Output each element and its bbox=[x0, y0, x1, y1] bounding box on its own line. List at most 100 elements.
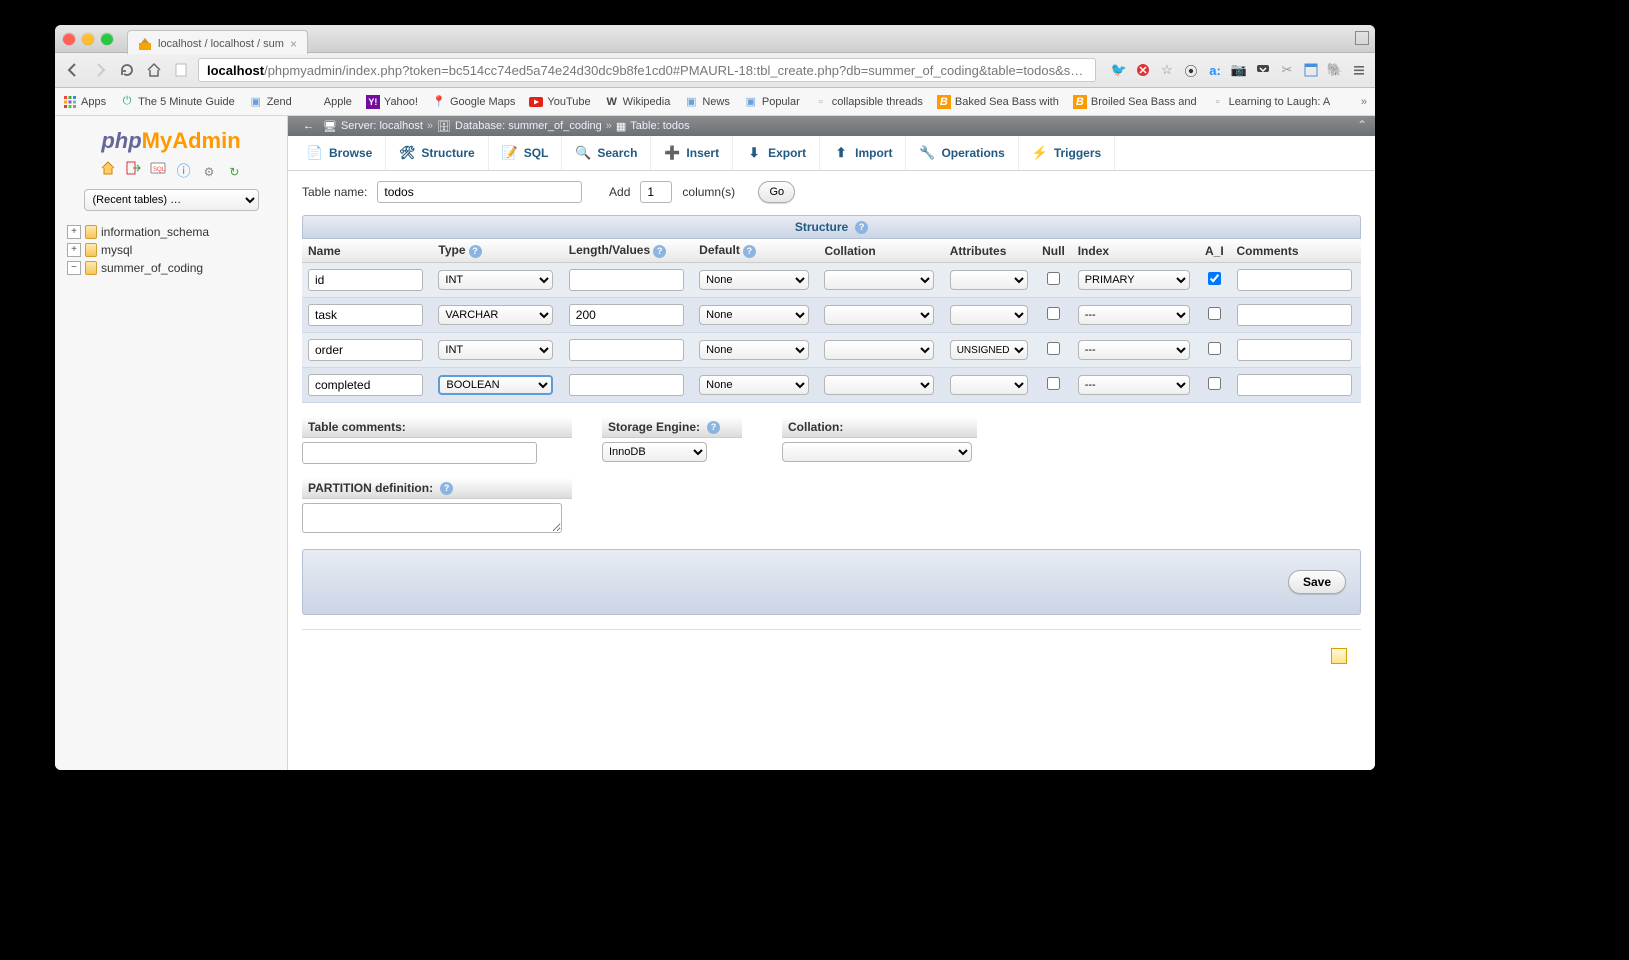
table-name-input[interactable] bbox=[377, 181, 582, 203]
db-node[interactable]: + mysql bbox=[63, 241, 279, 259]
column-type-select[interactable]: VARCHAR bbox=[438, 305, 553, 325]
chrome-menu-button[interactable] bbox=[1351, 62, 1367, 78]
column-ai-checkbox[interactable] bbox=[1208, 307, 1221, 320]
bookmark-item[interactable]: BBroiled Sea Bass and bbox=[1073, 95, 1197, 109]
bookmarks-overflow-button[interactable]: » bbox=[1361, 96, 1367, 108]
column-attributes-select[interactable]: UNSIGNED bbox=[950, 340, 1028, 360]
help-icon[interactable]: ? bbox=[469, 245, 482, 258]
column-index-select[interactable]: PRIMARY bbox=[1078, 270, 1190, 290]
bookmark-item[interactable]: WWikipedia bbox=[605, 95, 671, 109]
expand-icon[interactable]: + bbox=[67, 243, 81, 257]
column-type-select[interactable]: INT bbox=[438, 340, 553, 360]
window-maximize-icon[interactable] bbox=[1355, 31, 1369, 45]
storage-engine-select[interactable]: InnoDB bbox=[602, 442, 707, 462]
column-comments-input[interactable] bbox=[1237, 339, 1352, 361]
twitter-icon[interactable]: 🐦 bbox=[1111, 62, 1127, 78]
column-collation-select[interactable] bbox=[824, 270, 934, 290]
column-name-input[interactable] bbox=[308, 374, 423, 396]
column-index-select[interactable]: --- bbox=[1078, 340, 1190, 360]
column-null-checkbox[interactable] bbox=[1047, 272, 1060, 285]
table-comments-input[interactable] bbox=[302, 442, 537, 464]
column-default-select[interactable]: None bbox=[699, 270, 809, 290]
db-node[interactable]: + information_schema bbox=[63, 223, 279, 241]
back-button[interactable] bbox=[63, 60, 83, 80]
column-name-input[interactable] bbox=[308, 339, 423, 361]
adblock-icon[interactable] bbox=[1135, 62, 1151, 78]
column-null-checkbox[interactable] bbox=[1047, 377, 1060, 390]
tab-triggers[interactable]: ⚡Triggers bbox=[1019, 136, 1115, 170]
partition-textarea[interactable] bbox=[302, 503, 562, 533]
tab-sql[interactable]: 📝SQL bbox=[489, 136, 563, 170]
column-attributes-select[interactable] bbox=[950, 375, 1028, 395]
column-collation-select[interactable] bbox=[824, 375, 934, 395]
column-collation-select[interactable] bbox=[824, 340, 934, 360]
tab-operations[interactable]: 🔧Operations bbox=[906, 136, 1018, 170]
settings-icon[interactable]: ⚙ bbox=[201, 165, 217, 181]
tab-close-button[interactable]: × bbox=[290, 38, 297, 50]
bookmark-item[interactable]: Apple bbox=[306, 95, 352, 109]
column-null-checkbox[interactable] bbox=[1047, 307, 1060, 320]
column-type-select[interactable]: INT bbox=[438, 270, 553, 290]
column-length-input[interactable] bbox=[569, 269, 684, 291]
breadcrumb-server[interactable]: Server: localhost bbox=[341, 120, 423, 132]
column-attributes-select[interactable] bbox=[950, 305, 1028, 325]
column-length-input[interactable] bbox=[569, 374, 684, 396]
column-default-select[interactable]: None bbox=[699, 375, 809, 395]
column-ai-checkbox[interactable] bbox=[1208, 342, 1221, 355]
bookmark-item[interactable]: ▫Learning to Laugh: A bbox=[1211, 95, 1331, 109]
scissors-icon[interactable]: ✂ bbox=[1279, 62, 1295, 78]
window-zoom-button[interactable] bbox=[101, 33, 113, 45]
window-close-button[interactable] bbox=[63, 33, 75, 45]
forward-button[interactable] bbox=[90, 60, 110, 80]
pocket-icon[interactable] bbox=[1255, 62, 1271, 78]
collation-select[interactable] bbox=[782, 442, 972, 462]
bookmark-item[interactable]: Y!Yahoo! bbox=[366, 95, 418, 109]
collapse-panel-button[interactable]: ← bbox=[298, 118, 319, 134]
reload-button[interactable] bbox=[117, 60, 137, 80]
sql-icon[interactable]: SQL bbox=[150, 160, 166, 176]
tab-insert[interactable]: ➕Insert bbox=[651, 136, 733, 170]
evernote-icon[interactable]: 🐘 bbox=[1327, 62, 1343, 78]
breadcrumb-table[interactable]: Table: todos bbox=[630, 120, 689, 132]
tab-structure[interactable]: 🛠Structure bbox=[386, 136, 488, 170]
column-comments-input[interactable] bbox=[1237, 374, 1352, 396]
column-type-select[interactable]: BOOLEAN bbox=[438, 375, 553, 395]
column-collation-select[interactable] bbox=[824, 305, 934, 325]
breadcrumb-database[interactable]: Database: summer_of_coding bbox=[455, 120, 602, 132]
apps-button[interactable]: Apps bbox=[63, 95, 106, 109]
column-comments-input[interactable] bbox=[1237, 269, 1352, 291]
window-minimize-button[interactable] bbox=[82, 33, 94, 45]
bookmark-item[interactable]: 📍Google Maps bbox=[432, 95, 515, 109]
column-index-select[interactable]: --- bbox=[1078, 305, 1190, 325]
column-ai-checkbox[interactable] bbox=[1208, 272, 1221, 285]
edit-inline-icon[interactable] bbox=[1331, 648, 1347, 664]
tab-import[interactable]: ⬆Import bbox=[820, 136, 906, 170]
expand-icon[interactable]: + bbox=[67, 225, 81, 239]
bookmark-item[interactable]: ▣News bbox=[684, 95, 730, 109]
reload-icon[interactable]: ↻ bbox=[226, 165, 242, 181]
bookmark-item[interactable]: YouTube bbox=[529, 95, 590, 109]
window-icon[interactable] bbox=[1303, 62, 1319, 78]
db-node[interactable]: − summer_of_coding bbox=[63, 259, 279, 277]
bookmark-item[interactable]: BBaked Sea Bass with bbox=[937, 95, 1059, 109]
help-icon[interactable]: ? bbox=[440, 482, 453, 495]
camera-icon[interactable]: 📷 bbox=[1231, 62, 1247, 78]
tab-browse[interactable]: 📄Browse bbox=[294, 136, 386, 170]
column-comments-input[interactable] bbox=[1237, 304, 1352, 326]
column-attributes-select[interactable] bbox=[950, 270, 1028, 290]
column-default-select[interactable]: None bbox=[699, 340, 809, 360]
bookmark-item[interactable]: ⏻The 5 Minute Guide bbox=[120, 95, 235, 109]
logout-icon[interactable] bbox=[125, 160, 141, 176]
bookmark-item[interactable]: ▣Popular bbox=[744, 95, 800, 109]
go-button[interactable]: Go bbox=[758, 181, 795, 203]
column-null-checkbox[interactable] bbox=[1047, 342, 1060, 355]
help-icon[interactable]: ? bbox=[653, 245, 666, 258]
column-length-input[interactable] bbox=[569, 304, 684, 326]
tab-export[interactable]: ⬇Export bbox=[733, 136, 820, 170]
help-icon[interactable]: ? bbox=[707, 421, 720, 434]
docs-icon[interactable]: ⓘ bbox=[176, 161, 192, 177]
column-name-input[interactable] bbox=[308, 269, 423, 291]
save-button[interactable]: Save bbox=[1288, 570, 1346, 594]
tab-search[interactable]: 🔍Search bbox=[562, 136, 651, 170]
amazon-icon[interactable]: a: bbox=[1207, 62, 1223, 78]
